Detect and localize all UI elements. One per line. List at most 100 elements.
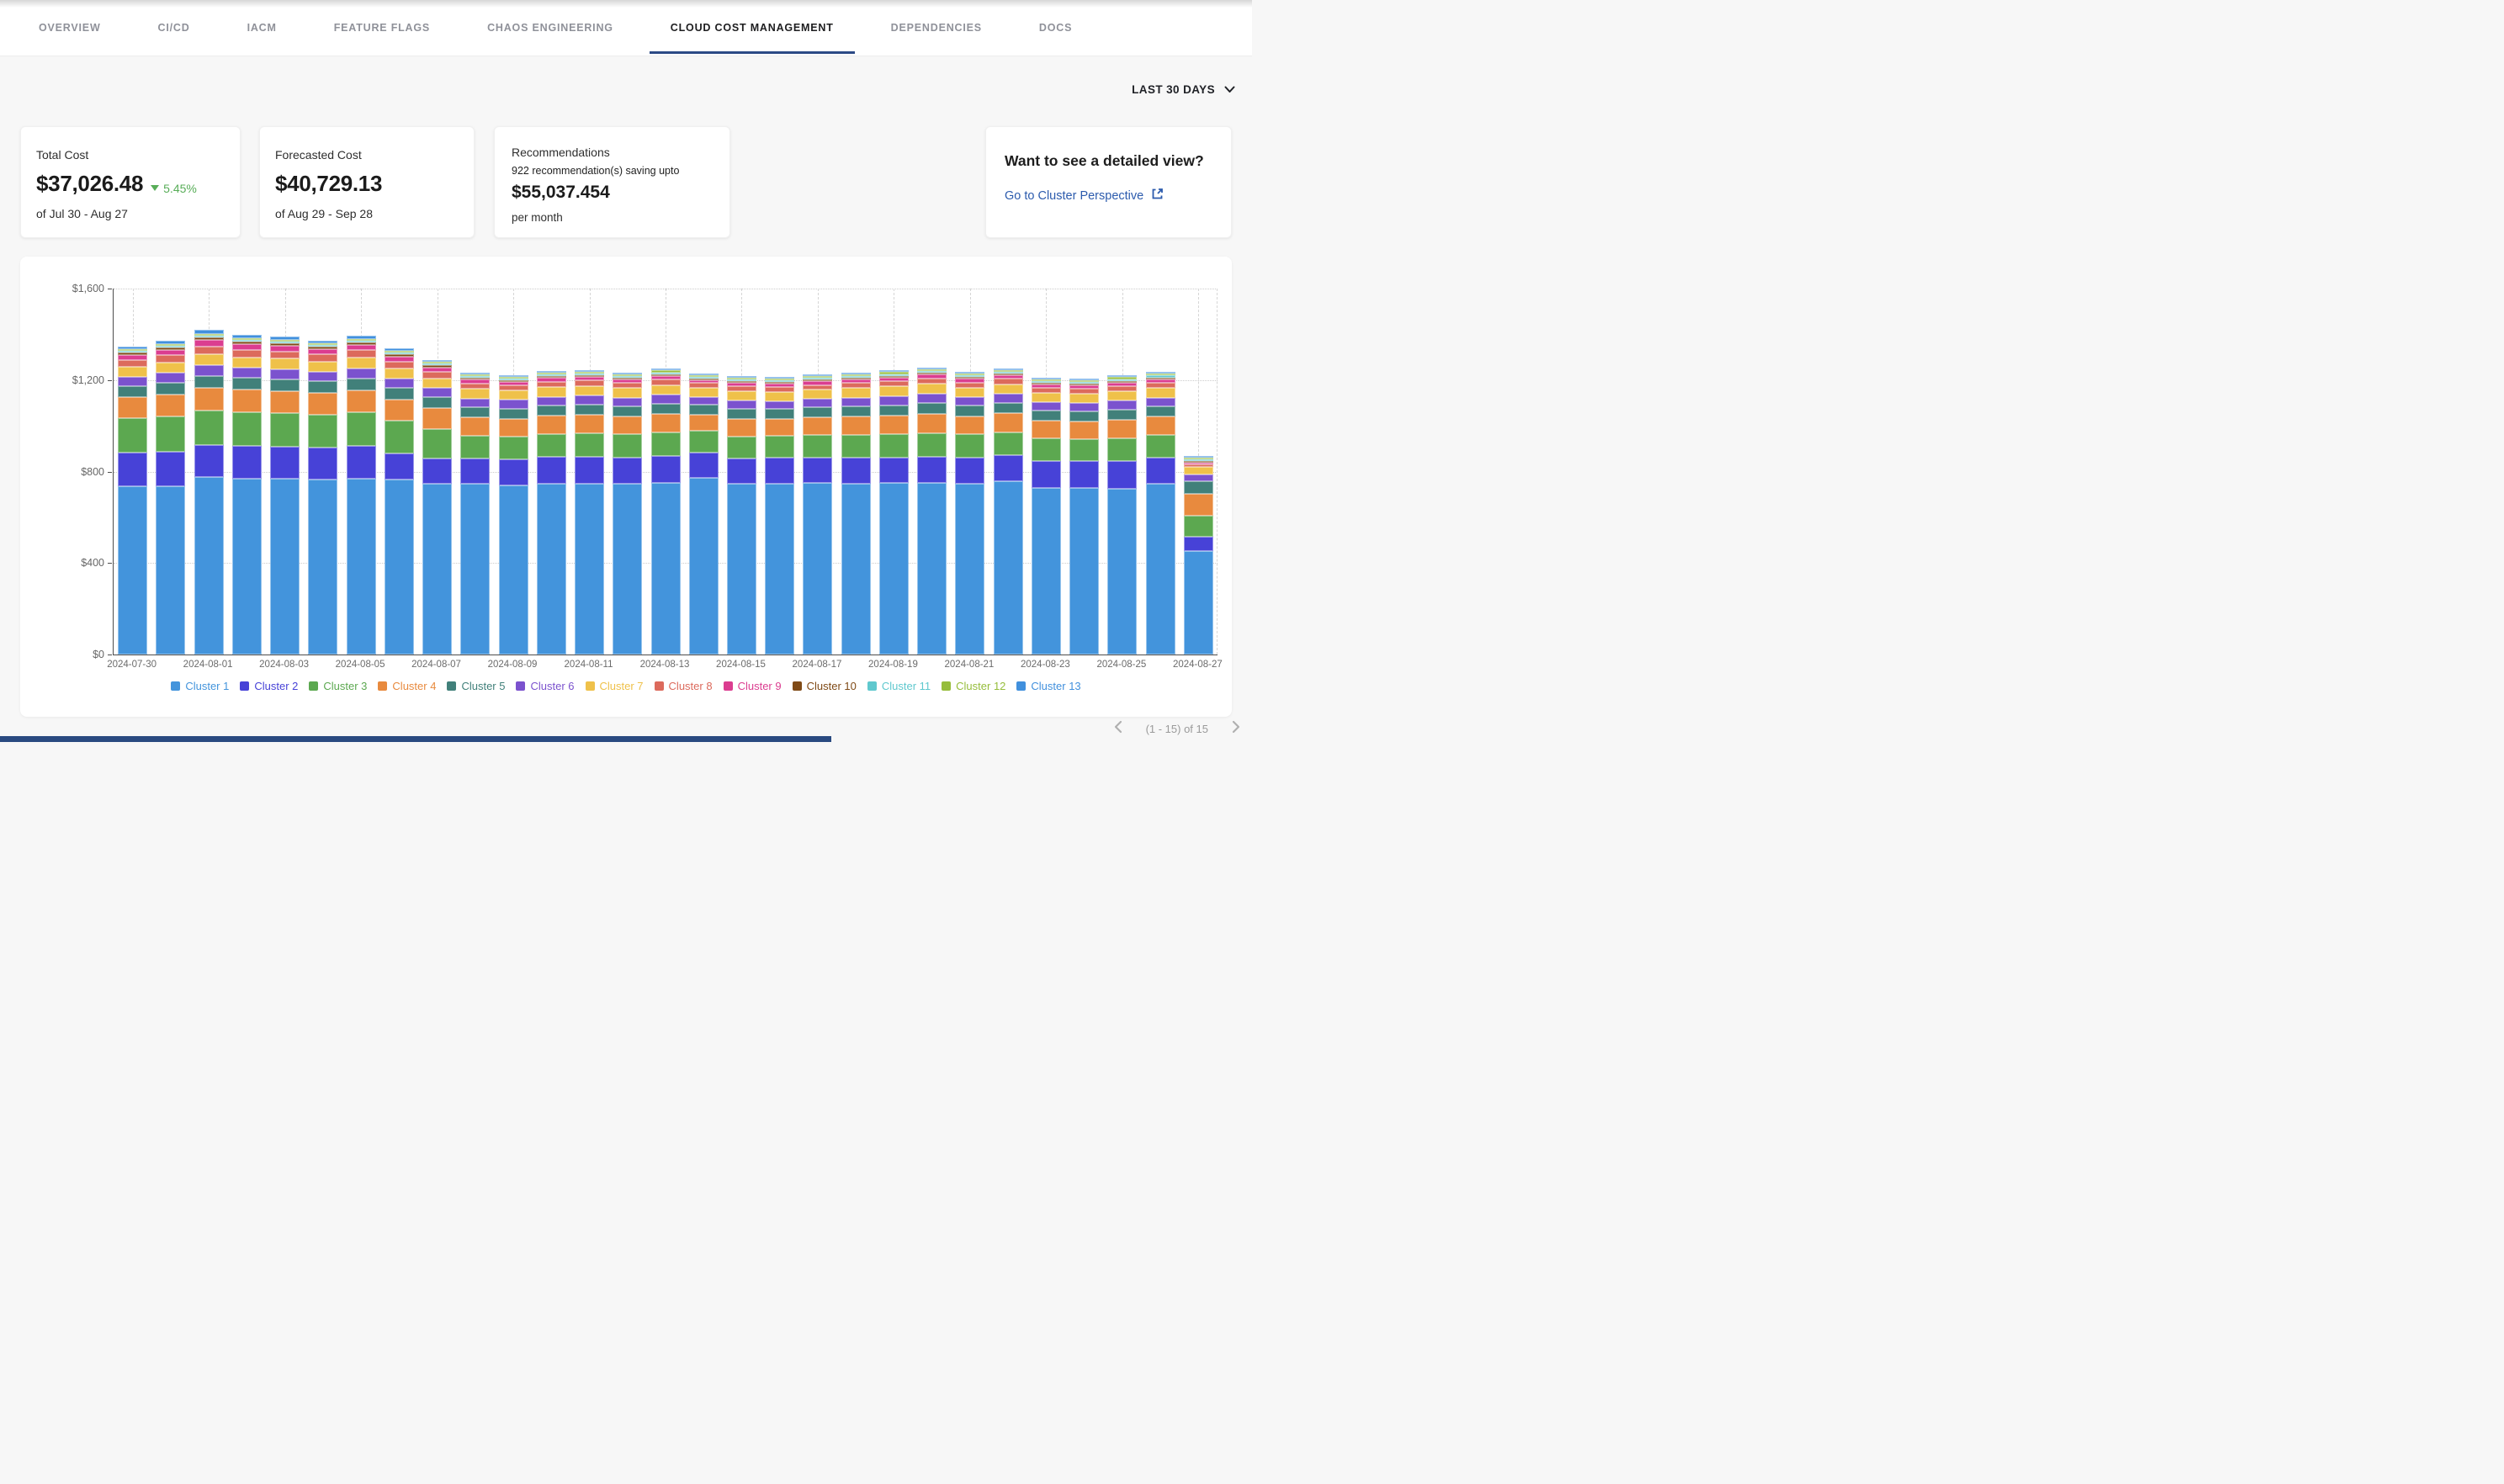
bar-segment-cluster-6[interactable] bbox=[727, 400, 756, 409]
bar-segment-cluster-1[interactable] bbox=[537, 484, 566, 655]
legend-item-cluster-4[interactable]: Cluster 4 bbox=[378, 680, 436, 692]
bar-segment-cluster-7[interactable] bbox=[308, 362, 337, 372]
bar-segment-cluster-6[interactable] bbox=[955, 397, 984, 405]
next-page-button[interactable] bbox=[1232, 720, 1240, 738]
bar-segment-cluster-6[interactable] bbox=[841, 398, 871, 406]
bar-segment-cluster-5[interactable] bbox=[651, 404, 681, 415]
bar-segment-cluster-2[interactable] bbox=[385, 453, 414, 480]
bar-segment-cluster-7[interactable] bbox=[460, 389, 490, 398]
bar-segment-cluster-6[interactable] bbox=[347, 368, 376, 379]
bar-segment-cluster-2[interactable] bbox=[232, 446, 262, 479]
bar-segment-cluster-1[interactable] bbox=[994, 481, 1023, 655]
bar-segment-cluster-1[interactable] bbox=[1107, 489, 1137, 655]
legend-item-cluster-13[interactable]: Cluster 13 bbox=[1016, 680, 1080, 692]
legend-item-cluster-7[interactable]: Cluster 7 bbox=[586, 680, 644, 692]
bar-segment-cluster-6[interactable] bbox=[1107, 400, 1137, 409]
legend-item-cluster-11[interactable]: Cluster 11 bbox=[867, 680, 931, 692]
bar-segment-cluster-3[interactable] bbox=[765, 436, 794, 458]
bar-segment-cluster-6[interactable] bbox=[994, 394, 1023, 403]
prev-page-button[interactable] bbox=[1114, 720, 1122, 738]
bar-segment-cluster-7[interactable] bbox=[1184, 467, 1213, 475]
bar-segment-cluster-1[interactable] bbox=[499, 485, 528, 655]
bar-stack-2024-08-24[interactable] bbox=[1069, 379, 1099, 655]
bar-stack-2024-07-31[interactable] bbox=[156, 341, 185, 655]
tab-feature-flags[interactable]: FEATURE FLAGS bbox=[334, 22, 430, 34]
bar-segment-cluster-5[interactable] bbox=[1069, 411, 1099, 421]
bar-segment-cluster-8[interactable] bbox=[308, 354, 337, 361]
tab-iacm[interactable]: IACM bbox=[247, 22, 277, 34]
legend-item-cluster-5[interactable]: Cluster 5 bbox=[447, 680, 505, 692]
bar-segment-cluster-5[interactable] bbox=[308, 381, 337, 393]
bar-stack-2024-08-25[interactable] bbox=[1107, 375, 1137, 655]
bar-segment-cluster-9[interactable] bbox=[347, 345, 376, 351]
bar-segment-cluster-5[interactable] bbox=[422, 397, 452, 408]
bar-segment-cluster-1[interactable] bbox=[841, 484, 871, 655]
bar-stack-2024-08-09[interactable] bbox=[499, 375, 528, 655]
bar-segment-cluster-3[interactable] bbox=[499, 437, 528, 459]
bar-segment-cluster-8[interactable] bbox=[347, 350, 376, 358]
bar-segment-cluster-4[interactable] bbox=[994, 413, 1023, 432]
bar-segment-cluster-8[interactable] bbox=[194, 347, 224, 354]
bar-segment-cluster-2[interactable] bbox=[499, 459, 528, 485]
bar-stack-2024-08-02[interactable] bbox=[232, 335, 262, 655]
bar-segment-cluster-6[interactable] bbox=[689, 397, 719, 405]
bar-segment-cluster-8[interactable] bbox=[232, 350, 262, 358]
bar-segment-cluster-2[interactable] bbox=[1032, 461, 1061, 488]
bar-segment-cluster-5[interactable] bbox=[955, 405, 984, 416]
bar-segment-cluster-3[interactable] bbox=[803, 435, 832, 458]
bar-segment-cluster-6[interactable] bbox=[537, 397, 566, 405]
bar-segment-cluster-2[interactable] bbox=[879, 458, 909, 483]
bar-segment-cluster-6[interactable] bbox=[1069, 403, 1099, 411]
bar-stack-2024-08-18[interactable] bbox=[841, 373, 871, 655]
bar-segment-cluster-7[interactable] bbox=[994, 384, 1023, 395]
bar-segment-cluster-5[interactable] bbox=[613, 406, 642, 416]
bar-segment-cluster-2[interactable] bbox=[917, 457, 947, 483]
bar-segment-cluster-2[interactable] bbox=[347, 446, 376, 479]
bar-stack-2024-08-13[interactable] bbox=[651, 368, 681, 655]
bar-segment-cluster-3[interactable] bbox=[575, 433, 604, 457]
bar-stack-2024-08-04[interactable] bbox=[308, 341, 337, 655]
bar-segment-cluster-5[interactable] bbox=[917, 403, 947, 414]
bar-segment-cluster-3[interactable] bbox=[347, 412, 376, 446]
legend-item-cluster-2[interactable]: Cluster 2 bbox=[240, 680, 298, 692]
bar-segment-cluster-6[interactable] bbox=[1184, 474, 1213, 480]
bar-segment-cluster-7[interactable] bbox=[917, 384, 947, 394]
bar-segment-cluster-2[interactable] bbox=[460, 458, 490, 484]
bar-segment-cluster-7[interactable] bbox=[879, 386, 909, 396]
bar-segment-cluster-7[interactable] bbox=[194, 354, 224, 365]
bar-segment-cluster-5[interactable] bbox=[765, 409, 794, 419]
bar-segment-cluster-2[interactable] bbox=[765, 458, 794, 483]
bar-segment-cluster-6[interactable] bbox=[575, 395, 604, 405]
bar-segment-cluster-5[interactable] bbox=[727, 409, 756, 419]
bar-segment-cluster-5[interactable] bbox=[879, 405, 909, 416]
bar-segment-cluster-7[interactable] bbox=[118, 367, 147, 377]
bar-segment-cluster-5[interactable] bbox=[1184, 481, 1213, 495]
bar-segment-cluster-6[interactable] bbox=[308, 372, 337, 381]
bar-segment-cluster-8[interactable] bbox=[118, 360, 147, 367]
bar-segment-cluster-3[interactable] bbox=[194, 411, 224, 445]
bar-segment-cluster-1[interactable] bbox=[1032, 488, 1061, 655]
bar-segment-cluster-7[interactable] bbox=[575, 386, 604, 396]
bar-segment-cluster-3[interactable] bbox=[727, 437, 756, 458]
bar-segment-cluster-2[interactable] bbox=[537, 457, 566, 484]
bar-segment-cluster-3[interactable] bbox=[1032, 438, 1061, 460]
bar-segment-cluster-7[interactable] bbox=[955, 388, 984, 397]
bar-segment-cluster-7[interactable] bbox=[499, 390, 528, 400]
bar-stack-2024-08-11[interactable] bbox=[575, 370, 604, 655]
legend-item-cluster-10[interactable]: Cluster 10 bbox=[793, 680, 857, 692]
bar-segment-cluster-2[interactable] bbox=[194, 445, 224, 477]
bar-segment-cluster-3[interactable] bbox=[1146, 435, 1175, 458]
bar-segment-cluster-9[interactable] bbox=[232, 344, 262, 350]
bar-segment-cluster-2[interactable] bbox=[613, 458, 642, 484]
bar-segment-cluster-3[interactable] bbox=[308, 415, 337, 448]
cluster-perspective-link[interactable]: Go to Cluster Perspective bbox=[1005, 188, 1212, 204]
bar-segment-cluster-2[interactable] bbox=[270, 447, 300, 479]
bar-segment-cluster-6[interactable] bbox=[499, 400, 528, 408]
bar-segment-cluster-2[interactable] bbox=[308, 448, 337, 480]
bar-segment-cluster-6[interactable] bbox=[156, 373, 185, 382]
bar-segment-cluster-5[interactable] bbox=[689, 405, 719, 414]
bar-segment-cluster-3[interactable] bbox=[841, 435, 871, 458]
bar-segment-cluster-7[interactable] bbox=[156, 363, 185, 374]
bar-segment-cluster-5[interactable] bbox=[270, 379, 300, 391]
bar-stack-2024-08-08[interactable] bbox=[460, 373, 490, 655]
